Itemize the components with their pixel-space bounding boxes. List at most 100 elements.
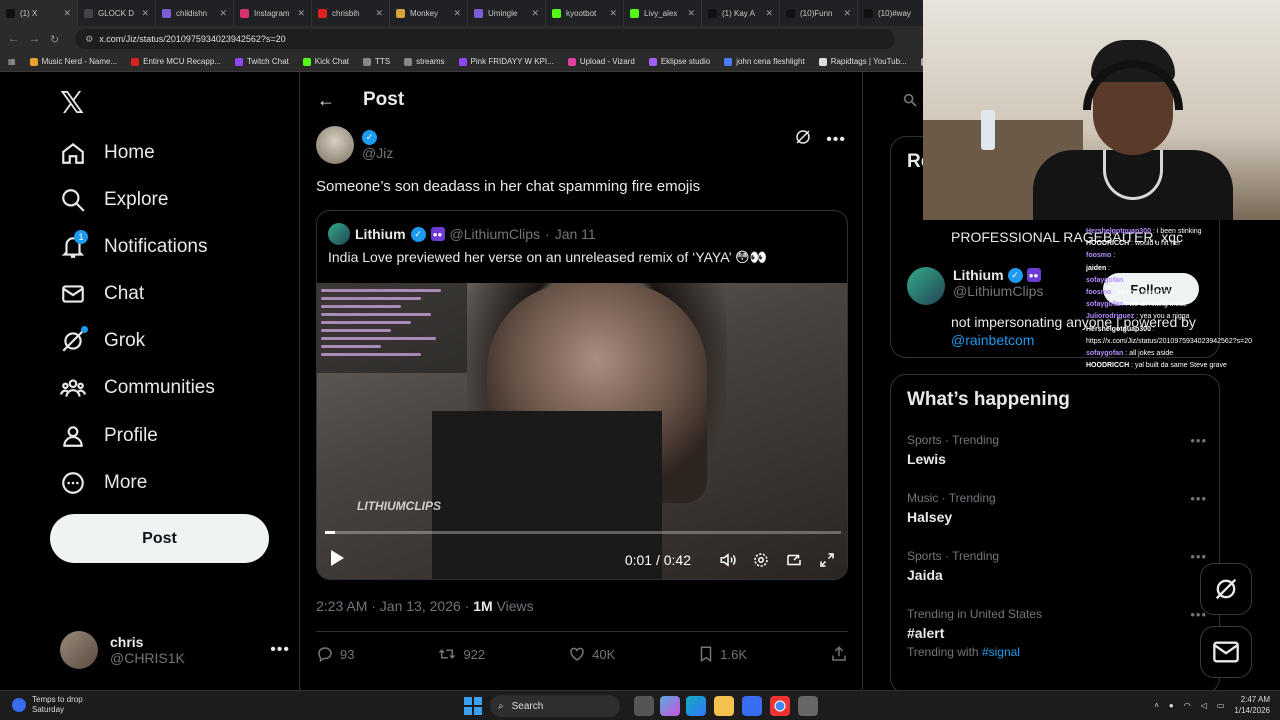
fullscreen-icon[interactable] xyxy=(817,550,837,570)
tab-close-icon[interactable]: ✕ xyxy=(765,8,773,19)
store-icon[interactable] xyxy=(742,696,762,716)
relevant-avatar[interactable] xyxy=(907,267,945,305)
post-button[interactable]: Post xyxy=(50,514,269,563)
nav-item-notifications[interactable]: 1 Notifications xyxy=(60,227,208,267)
tab-close-icon[interactable]: ✕ xyxy=(609,8,617,19)
bookmark-item[interactable]: streams xyxy=(404,57,445,66)
share-button[interactable] xyxy=(830,645,848,663)
copilot-icon[interactable] xyxy=(660,696,680,716)
author-handle[interactable]: @Jiz xyxy=(362,145,393,161)
back-arrow-icon[interactable]: ← xyxy=(317,90,335,111)
browser-tab[interactable]: chrisbih ✕ xyxy=(312,0,390,26)
relevant-bio-link[interactable]: @rainbetcom xyxy=(951,332,1034,348)
nav-item-home[interactable]: Home xyxy=(60,133,155,173)
trend-more-icon[interactable]: ••• xyxy=(1190,549,1207,564)
bookmark-item[interactable]: Rapidtags | YouTub... xyxy=(818,57,907,66)
messages-fab-button[interactable] xyxy=(1200,626,1252,678)
wifi-icon[interactable]: ◠ xyxy=(1184,701,1191,710)
quote-avatar[interactable] xyxy=(328,223,350,245)
browser-tab[interactable]: childishn ✕ xyxy=(156,0,234,26)
edge-icon[interactable] xyxy=(686,696,706,716)
forward-nav-icon[interactable]: → xyxy=(29,33,40,45)
trend-more-icon[interactable]: ••• xyxy=(1190,491,1207,506)
weather-widget[interactable]: Temps to drop Saturday xyxy=(12,695,83,715)
bookmark-item[interactable]: john cena fleshlight xyxy=(724,57,805,66)
app-icon[interactable] xyxy=(798,696,818,716)
tab-close-icon[interactable]: ✕ xyxy=(63,8,71,19)
nav-item-profile[interactable]: Profile xyxy=(60,416,158,456)
reload-icon[interactable]: ↻ xyxy=(50,33,59,46)
browser-tab[interactable]: Instagram ✕ xyxy=(234,0,312,26)
browser-tab[interactable]: Umingle ✕ xyxy=(468,0,546,26)
play-icon[interactable] xyxy=(329,549,345,572)
tab-close-icon[interactable]: ✕ xyxy=(219,8,227,19)
quote-handle[interactable]: @LithiumClips xyxy=(450,226,540,242)
trend-item[interactable]: Sports · Trending Jaida ••• xyxy=(907,549,1207,583)
trend-more-icon[interactable]: ••• xyxy=(1190,433,1207,448)
url-field[interactable]: ⚙ x.com/Jiz/status/2010975934023942562?s… xyxy=(75,29,896,49)
trend-item[interactable]: Sports · Trending Lewis ••• xyxy=(907,433,1207,467)
browser-tab[interactable]: (1) Kay A ✕ xyxy=(702,0,780,26)
quote-name[interactable]: Lithium xyxy=(355,226,406,242)
repost-button[interactable]: 922 xyxy=(437,645,485,663)
trend-item[interactable]: Trending in United States #alert Trendin… xyxy=(907,607,1207,659)
start-button[interactable] xyxy=(464,697,482,715)
nav-item-chat[interactable]: Chat xyxy=(60,274,144,314)
relevant-user[interactable]: Lithium ✓ ●● @LithiumClips xyxy=(907,267,1043,305)
browser-tab[interactable]: (1) X ✕ xyxy=(0,0,78,26)
nav-item-grok[interactable]: Grok xyxy=(60,321,145,361)
tab-close-icon[interactable]: ✕ xyxy=(375,8,383,19)
like-button[interactable]: 40K xyxy=(568,645,615,663)
site-info-icon[interactable]: ⚙ xyxy=(85,34,93,45)
battery-icon[interactable]: ▭ xyxy=(1217,701,1225,710)
tab-close-icon[interactable]: ✕ xyxy=(453,8,461,19)
browser-tab[interactable]: Livy_alex ✕ xyxy=(624,0,702,26)
nav-item-more[interactable]: More xyxy=(60,463,147,503)
tab-close-icon[interactable]: ✕ xyxy=(141,8,149,19)
video-progress-bar[interactable] xyxy=(325,531,841,534)
browser-tab[interactable]: Monkey ✕ xyxy=(390,0,468,26)
nav-item-explore[interactable]: Explore xyxy=(60,180,168,220)
tab-close-icon[interactable]: ✕ xyxy=(531,8,539,19)
bookmark-item[interactable]: Upload - Vizard xyxy=(567,57,635,66)
back-nav-icon[interactable]: ← xyxy=(8,33,19,45)
relevant-handle[interactable]: @LithiumClips xyxy=(953,283,1043,299)
bookmark-button[interactable]: 1.6K xyxy=(698,645,747,663)
quoted-post[interactable]: Lithium ✓ ●● @LithiumClips · Jan 11 Indi… xyxy=(316,210,848,580)
tab-close-icon[interactable]: ✕ xyxy=(297,8,305,19)
author-avatar[interactable] xyxy=(316,126,354,164)
reply-button[interactable]: 93 xyxy=(316,645,354,663)
browser-tab[interactable]: kyootbot ✕ xyxy=(546,0,624,26)
x-logo-icon[interactable]: 𝕏 xyxy=(60,86,84,121)
search-icon[interactable] xyxy=(902,92,918,113)
bookmark-item[interactable]: Kick Chat xyxy=(302,57,349,66)
bookmark-item[interactable]: Pink FRIDAYY W KPI... xyxy=(458,57,554,66)
relevant-name[interactable]: Lithium xyxy=(953,267,1004,283)
browser-tab[interactable]: (10)Funn ✕ xyxy=(780,0,858,26)
file-explorer-icon[interactable] xyxy=(714,696,734,716)
grok-explain-icon[interactable] xyxy=(794,128,812,151)
apps-grid-icon[interactable]: ▦ xyxy=(8,57,16,66)
volume-tray-icon[interactable]: ◁ xyxy=(1201,701,1207,710)
task-view-icon[interactable] xyxy=(634,696,654,716)
browser-tab[interactable]: GLOCK D ✕ xyxy=(78,0,156,26)
settings-gear-icon[interactable] xyxy=(751,550,771,570)
clock[interactable]: 2:47 AM 1/14/2026 xyxy=(1234,694,1270,716)
nav-item-communities[interactable]: Communities xyxy=(60,368,215,408)
post-author[interactable]: ✓ @Jiz xyxy=(316,126,393,164)
tab-close-icon[interactable]: ✕ xyxy=(687,8,695,19)
post-more-icon[interactable]: ••• xyxy=(826,131,846,149)
grok-fab-button[interactable] xyxy=(1200,563,1252,615)
tab-close-icon[interactable]: ✕ xyxy=(843,8,851,19)
tray-chevron-icon[interactable]: ˄ xyxy=(1154,701,1159,710)
account-more-icon[interactable]: ••• xyxy=(270,641,290,659)
taskbar-search[interactable]: ⌕ Search xyxy=(490,695,620,717)
bookmark-item[interactable]: Entire MCU Recapp... xyxy=(131,57,221,66)
mic-icon[interactable]: ● xyxy=(1169,701,1174,710)
trend-item[interactable]: Music · Trending Halsey ••• xyxy=(907,491,1207,525)
trend-with-tag[interactable]: #signal xyxy=(982,645,1020,659)
volume-icon[interactable] xyxy=(718,550,738,570)
bookmark-item[interactable]: Eklipse studio xyxy=(648,57,710,66)
chrome-icon[interactable] xyxy=(770,696,790,716)
bookmark-item[interactable]: Music Nerd - Name... xyxy=(29,57,117,66)
